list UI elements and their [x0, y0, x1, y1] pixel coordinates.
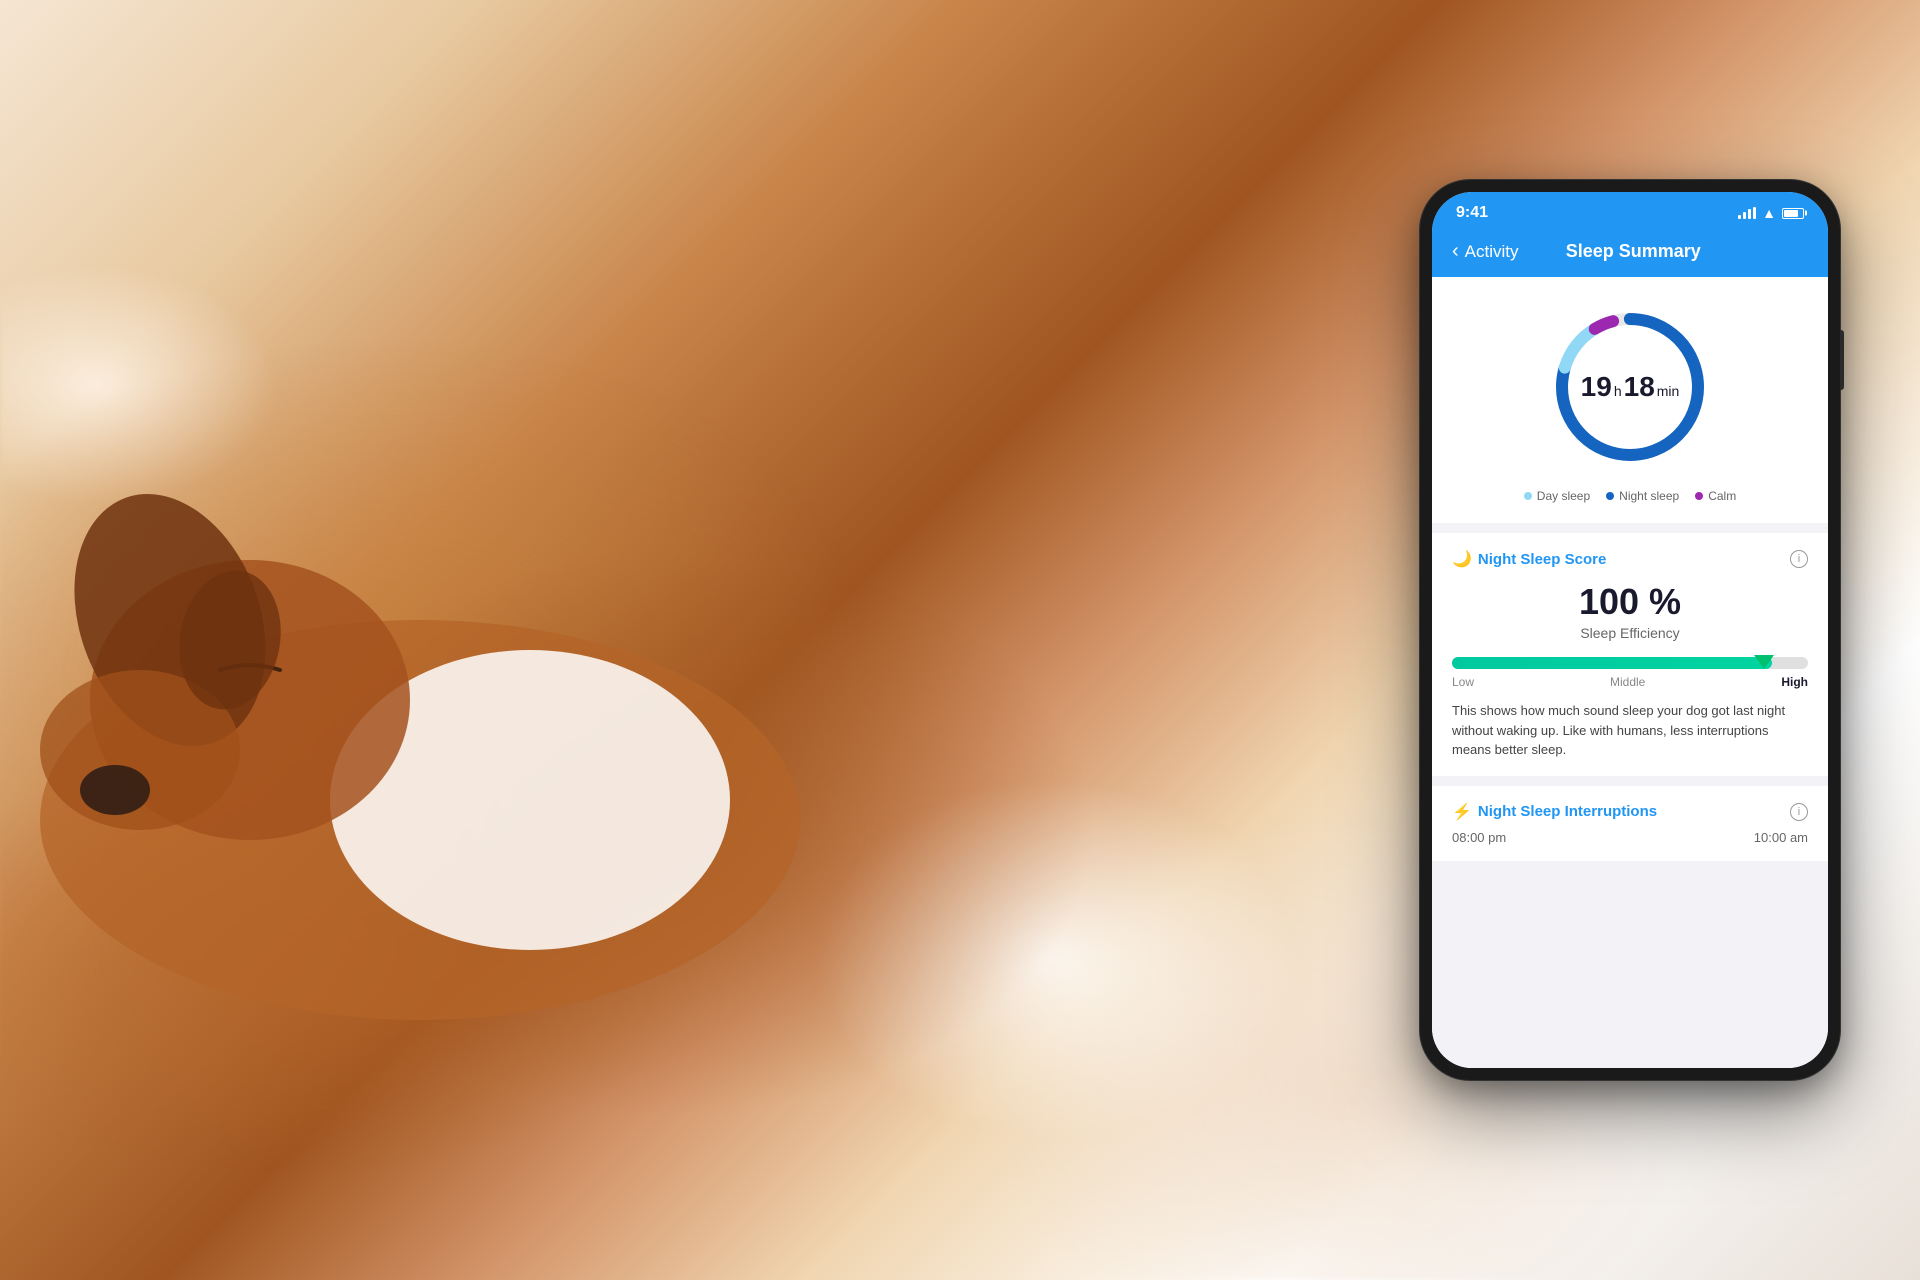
info-icon-text: i [1798, 553, 1800, 565]
nav-bar: ‹ Activity Sleep Summary [1432, 230, 1828, 277]
back-button[interactable]: ‹ Activity [1452, 240, 1519, 263]
interruptions-info-button[interactable]: i [1790, 803, 1808, 821]
time-end: 10:00 am [1754, 830, 1808, 845]
label-low: Low [1452, 675, 1474, 689]
legend-calm: Calm [1695, 489, 1736, 503]
signal-bar-1 [1738, 215, 1741, 219]
signal-bar-2 [1743, 212, 1746, 219]
calm-label: Calm [1708, 489, 1736, 503]
wifi-icon: ▲ [1762, 205, 1776, 221]
night-sleep-score-card: 🌙 Night Sleep Score i 100 % Sleep Effici… [1432, 533, 1828, 776]
sleep-minutes: 18 [1624, 371, 1655, 403]
interruptions-header: ⚡ Night Sleep Interruptions i [1452, 802, 1808, 822]
sleep-duration: 19 h 18 min [1581, 371, 1680, 403]
status-time: 9:41 [1456, 204, 1488, 222]
progress-indicator [1754, 655, 1774, 669]
score-title-text: Night Sleep Score [1478, 551, 1606, 568]
interruptions-info-icon: i [1798, 806, 1800, 818]
status-icons: ▲ [1738, 205, 1804, 221]
sleep-ring-section: 19 h 18 min Day sleep [1432, 277, 1828, 523]
sleep-hours: 19 [1581, 371, 1612, 403]
progress-labels: Low Middle High [1452, 675, 1808, 689]
calm-dot [1695, 492, 1703, 500]
battery-fill [1784, 210, 1798, 217]
sleep-min-label: min [1657, 383, 1680, 399]
score-label: Sleep Efficiency [1452, 625, 1808, 641]
day-sleep-label: Day sleep [1537, 489, 1590, 503]
back-label: Activity [1465, 242, 1519, 262]
night-sleep-label: Night sleep [1619, 489, 1679, 503]
score-card-header: 🌙 Night Sleep Score i [1452, 549, 1808, 569]
interruptions-title: ⚡ Night Sleep Interruptions [1452, 802, 1657, 822]
legend-night-sleep: Night sleep [1606, 489, 1679, 503]
phone-screen: 9:41 ▲ [1432, 192, 1828, 1068]
status-bar: 9:41 ▲ [1432, 192, 1828, 230]
nav-title: Sleep Summary [1519, 241, 1748, 262]
progress-bar-bg [1452, 657, 1808, 669]
sleep-h-label: h [1614, 383, 1622, 399]
label-middle: Middle [1610, 675, 1645, 689]
signal-bar-3 [1748, 209, 1751, 219]
time-start: 08:00 pm [1452, 830, 1506, 845]
content-area: 19 h 18 min Day sleep [1432, 277, 1828, 1068]
sleep-ring-container: 19 h 18 min [1550, 307, 1710, 467]
signal-bar-4 [1753, 207, 1756, 219]
score-card-title: 🌙 Night Sleep Score [1452, 549, 1606, 569]
back-chevron-icon: ‹ [1452, 240, 1459, 263]
lightning-icon: ⚡ [1452, 802, 1472, 822]
time-range: 08:00 pm 10:00 am [1452, 830, 1808, 845]
score-value: 100 % [1452, 581, 1808, 623]
progress-bar-fill [1452, 657, 1772, 669]
label-high: High [1781, 675, 1808, 689]
interruptions-title-text: Night Sleep Interruptions [1478, 803, 1657, 820]
battery-icon [1782, 208, 1804, 219]
phone-frame: 9:41 ▲ [1420, 180, 1840, 1080]
day-sleep-dot [1524, 492, 1532, 500]
score-progress-container: Low Middle High [1452, 657, 1808, 689]
night-sleep-dot [1606, 492, 1614, 500]
night-sleep-interruptions-card: ⚡ Night Sleep Interruptions i 08:00 pm 1… [1432, 786, 1828, 861]
sleep-score-icon: 🌙 [1452, 549, 1472, 569]
phone-wrapper: 9:41 ▲ [1420, 180, 1840, 1080]
score-info-button[interactable]: i [1790, 550, 1808, 568]
sleep-legend: Day sleep Night sleep Calm [1524, 489, 1736, 503]
score-description: This shows how much sound sleep your dog… [1452, 701, 1808, 760]
legend-day-sleep: Day sleep [1524, 489, 1590, 503]
signal-icon [1738, 207, 1756, 219]
